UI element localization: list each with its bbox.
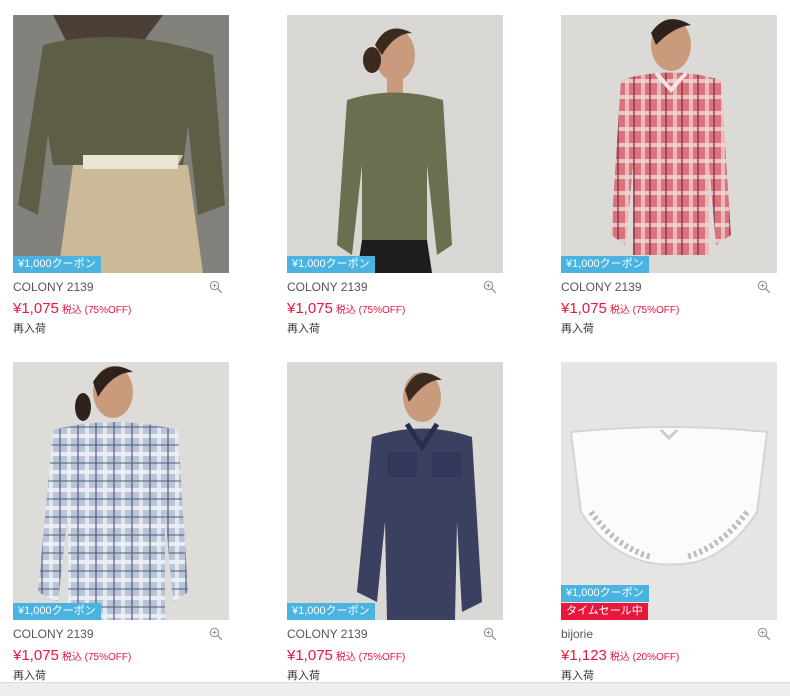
restock-label: 再入荷 (13, 323, 46, 335)
tax-discount-label: 税込 (75%OFF) (61, 652, 132, 663)
product-image[interactable]: ¥1,000クーポン (561, 15, 777, 273)
product-card: ¥1,000クーポン COLONY 2139 ¥1,075 税込 (75%OFF)… (13, 362, 229, 683)
zoom-in-icon[interactable] (483, 627, 497, 641)
brand-name[interactable]: COLONY 2139 (287, 627, 503, 642)
product-meta: COLONY 2139 ¥1,075 税込 (75%OFF) 再入荷 (13, 627, 229, 683)
coupon-badge: ¥1,000クーポン (287, 603, 375, 620)
badge-stack: ¥1,000クーポン (287, 256, 375, 273)
restock-label: 再入荷 (13, 670, 46, 682)
zoom-in-icon[interactable] (483, 280, 497, 294)
product-card: ¥1,000クーポン タイムセール中 bijorie ¥1,123 税込 (20%… (561, 362, 777, 683)
product-photo (561, 15, 777, 273)
price: ¥1,075 (13, 647, 59, 664)
product-image[interactable]: ¥1,000クーポン タイムセール中 (561, 362, 777, 620)
product-meta: COLONY 2139 ¥1,075 税込 (75%OFF) 再入荷 (561, 280, 777, 336)
badge-stack: ¥1,000クーポン (561, 256, 649, 273)
zoom-in-icon[interactable] (757, 627, 771, 641)
product-card: ¥1,000クーポン COLONY 2139 ¥1,075 税込 (75%OFF)… (561, 15, 777, 336)
product-card: ¥1,000クーポン COLONY 2139 ¥1,075 税込 (75%OFF)… (13, 15, 229, 336)
time-sale-badge: タイムセール中 (561, 603, 648, 620)
product-meta: bijorie ¥1,123 税込 (20%OFF) 再入荷 (561, 627, 777, 683)
coupon-badge: ¥1,000クーポン (13, 256, 101, 273)
brand-name[interactable]: COLONY 2139 (13, 627, 229, 642)
price-row: ¥1,075 税込 (75%OFF) (13, 647, 229, 666)
coupon-badge: ¥1,000クーポン (561, 585, 649, 602)
badge-stack: ¥1,000クーポン タイムセール中 (561, 585, 649, 620)
price-row: ¥1,075 税込 (75%OFF) (561, 300, 777, 319)
product-meta: COLONY 2139 ¥1,075 税込 (75%OFF) 再入荷 (13, 280, 229, 336)
horizontal-scrollbar[interactable] (0, 682, 790, 696)
brand-name[interactable]: COLONY 2139 (561, 280, 777, 295)
product-photo (13, 362, 229, 620)
price: ¥1,075 (287, 647, 333, 664)
zoom-in-icon[interactable] (209, 627, 223, 641)
badge-stack: ¥1,000クーポン (287, 603, 375, 620)
restock-label: 再入荷 (561, 670, 594, 682)
product-card: ¥1,000クーポン COLONY 2139 ¥1,075 税込 (75%OFF)… (287, 15, 503, 336)
product-image[interactable]: ¥1,000クーポン (287, 362, 503, 620)
product-image[interactable]: ¥1,000クーポン (13, 362, 229, 620)
tax-discount-label: 税込 (75%OFF) (335, 652, 406, 663)
zoom-in-icon[interactable] (209, 280, 223, 294)
product-image[interactable]: ¥1,000クーポン (13, 15, 229, 273)
product-photo (287, 362, 503, 620)
brand-name[interactable]: COLONY 2139 (13, 280, 229, 295)
coupon-badge: ¥1,000クーポン (13, 603, 101, 620)
product-photo (561, 362, 777, 620)
price: ¥1,123 (561, 647, 607, 664)
tax-discount-label: 税込 (75%OFF) (609, 305, 680, 316)
restock-label: 再入荷 (287, 670, 320, 682)
price-row: ¥1,075 税込 (75%OFF) (287, 300, 503, 319)
product-photo (287, 15, 503, 273)
badge-stack: ¥1,000クーポン (13, 603, 101, 620)
product-photo (13, 15, 229, 273)
zoom-in-icon[interactable] (757, 280, 771, 294)
coupon-badge: ¥1,000クーポン (287, 256, 375, 273)
product-meta: COLONY 2139 ¥1,075 税込 (75%OFF) 再入荷 (287, 627, 503, 683)
brand-name[interactable]: COLONY 2139 (287, 280, 503, 295)
coupon-badge: ¥1,000クーポン (561, 256, 649, 273)
price-row: ¥1,075 税込 (75%OFF) (287, 647, 503, 666)
restock-label: 再入荷 (561, 323, 594, 335)
price-row: ¥1,075 税込 (75%OFF) (13, 300, 229, 319)
tax-discount-label: 税込 (20%OFF) (609, 652, 680, 663)
restock-label: 再入荷 (287, 323, 320, 335)
product-image[interactable]: ¥1,000クーポン (287, 15, 503, 273)
product-meta: COLONY 2139 ¥1,075 税込 (75%OFF) 再入荷 (287, 280, 503, 336)
tax-discount-label: 税込 (75%OFF) (335, 305, 406, 316)
price: ¥1,075 (561, 300, 607, 317)
price: ¥1,075 (287, 300, 333, 317)
price: ¥1,075 (13, 300, 59, 317)
badge-stack: ¥1,000クーポン (13, 256, 101, 273)
price-row: ¥1,123 税込 (20%OFF) (561, 647, 777, 666)
brand-name[interactable]: bijorie (561, 627, 777, 642)
product-card: ¥1,000クーポン COLONY 2139 ¥1,075 税込 (75%OFF)… (287, 362, 503, 683)
product-grid: ¥1,000クーポン COLONY 2139 ¥1,075 税込 (75%OFF)… (0, 0, 790, 696)
tax-discount-label: 税込 (75%OFF) (61, 305, 132, 316)
